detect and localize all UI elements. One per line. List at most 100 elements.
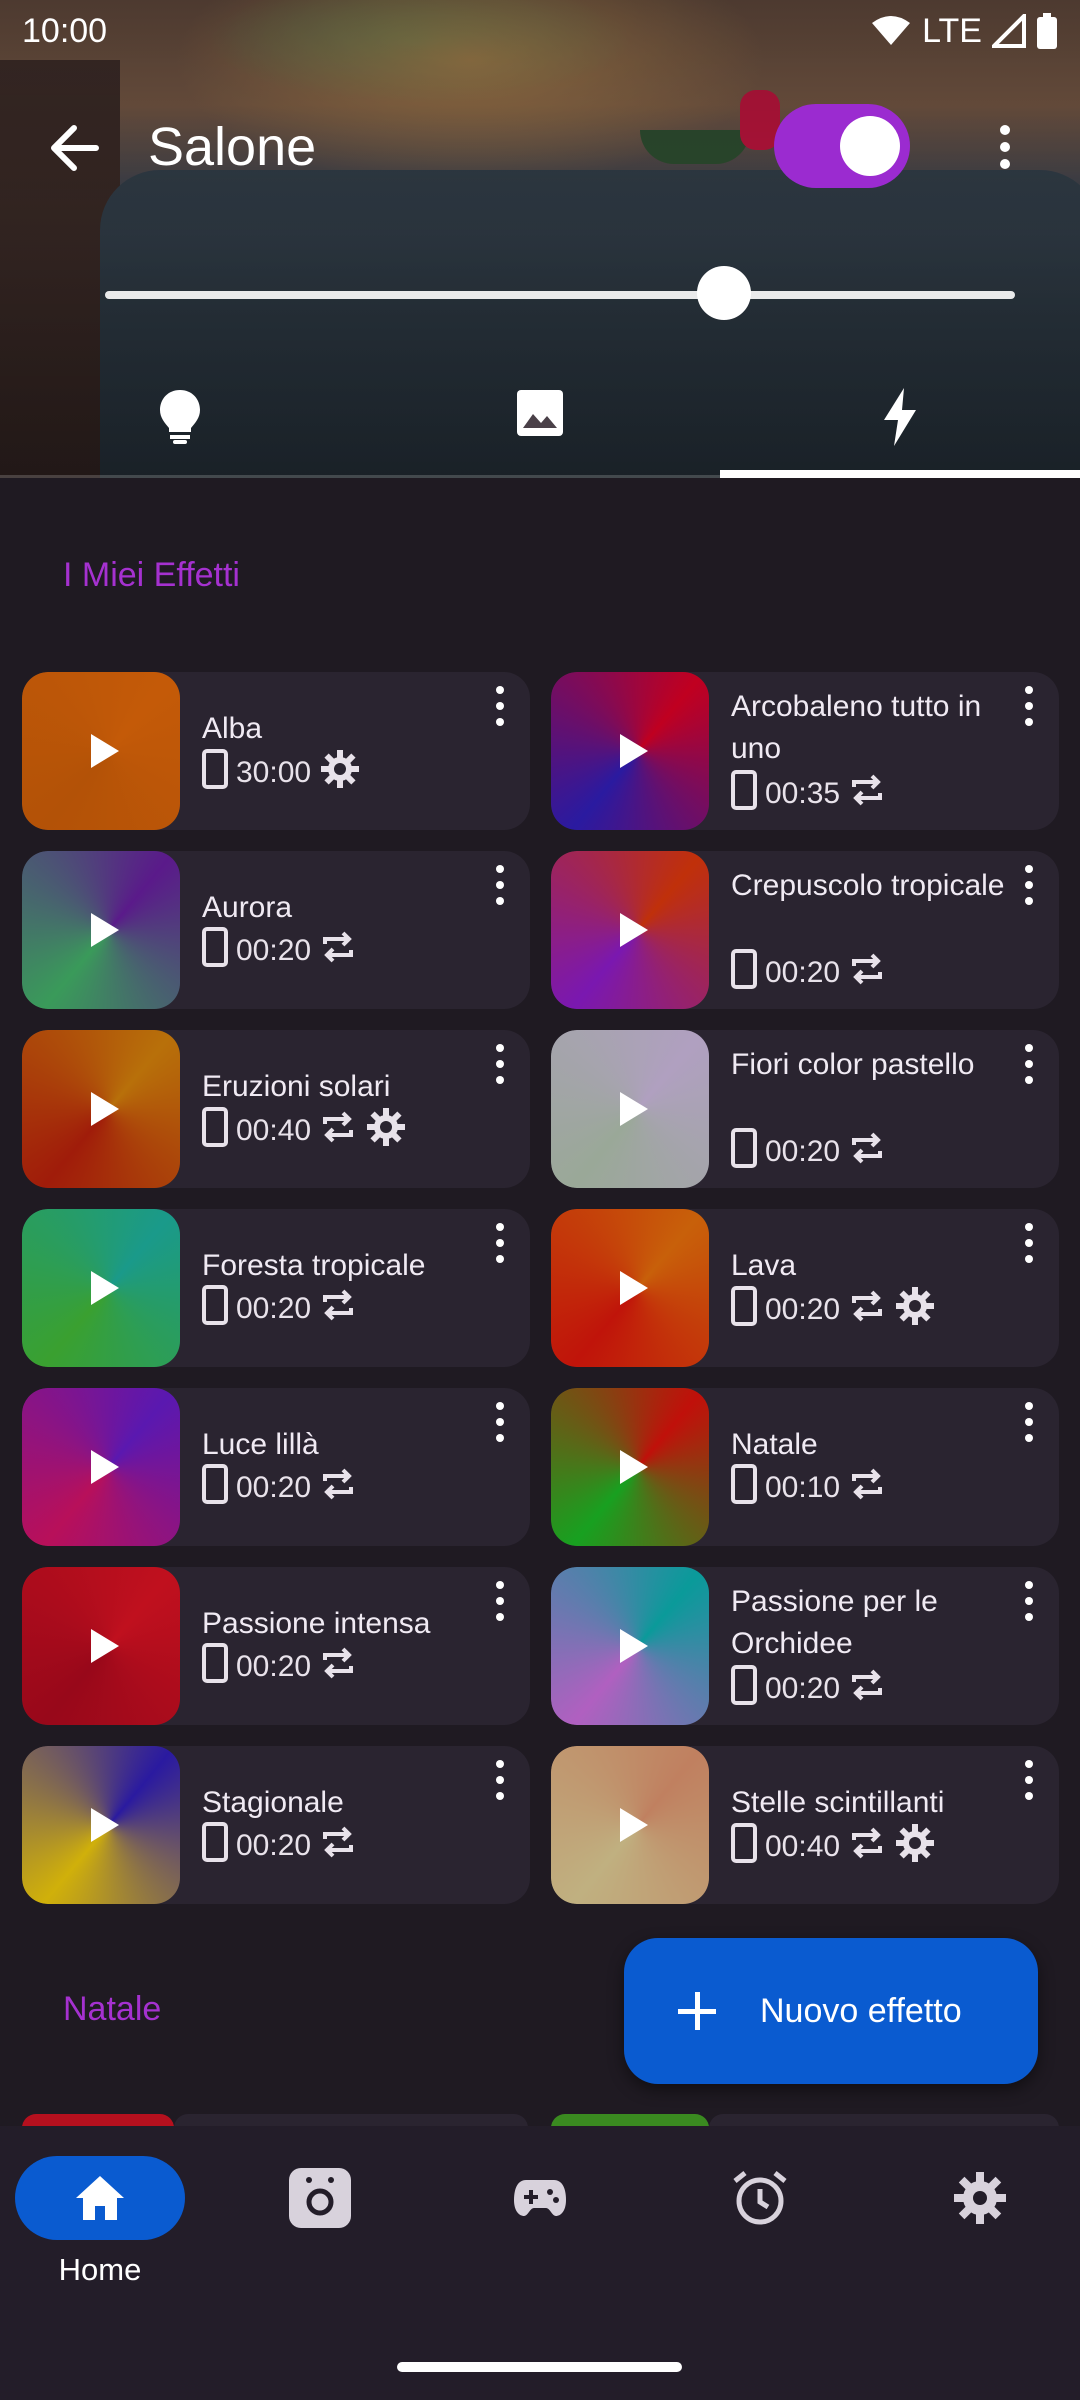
effect-duration: 00:20 — [236, 934, 312, 967]
phone-icon — [202, 1464, 228, 1512]
tab-scenes[interactable] — [360, 370, 720, 478]
more-vert-icon[interactable] — [488, 1221, 512, 1265]
status-bar: 10:00 LTE — [0, 0, 1080, 62]
play-icon[interactable] — [91, 1808, 119, 1842]
more-vert-icon[interactable] — [488, 1579, 512, 1623]
back-arrow-icon[interactable] — [44, 120, 104, 176]
alarm-icon — [733, 2171, 787, 2225]
effect-thumbnail[interactable] — [551, 851, 709, 1009]
effect-duration: 00:20 — [236, 1292, 312, 1325]
effect-thumbnail[interactable] — [551, 1030, 709, 1188]
effect-thumbnail[interactable] — [22, 1209, 180, 1367]
effect-card[interactable]: Stelle scintillanti 00:40 — [551, 1746, 1059, 1904]
brightness-settings-icon — [894, 1822, 936, 1872]
more-vert-icon[interactable] — [1017, 1221, 1041, 1265]
effect-thumbnail[interactable] — [551, 672, 709, 830]
play-icon[interactable] — [620, 1629, 648, 1663]
app-bar: Salone — [0, 100, 1080, 195]
more-vert-icon[interactable] — [488, 1400, 512, 1444]
play-icon[interactable] — [91, 913, 119, 947]
repeat-icon — [319, 930, 357, 972]
effect-duration: 00:20 — [765, 1293, 841, 1326]
more-vert-icon[interactable] — [1017, 1400, 1041, 1444]
play-icon[interactable] — [620, 1808, 648, 1842]
brightness-slider[interactable] — [105, 266, 1015, 320]
status-time: 10:00 — [22, 11, 108, 50]
effect-meta: 00:20 — [202, 927, 357, 975]
effect-thumbnail[interactable] — [22, 1388, 180, 1546]
effect-thumbnail[interactable] — [22, 851, 180, 1009]
repeat-icon — [319, 1646, 357, 1688]
play-icon[interactable] — [91, 1450, 119, 1484]
effect-card[interactable]: Arcobaleno tutto in uno 00:35 — [551, 672, 1059, 830]
nav-home[interactable]: Home — [10, 2156, 190, 2288]
more-vert-icon[interactable] — [488, 863, 512, 907]
mode-tabs — [0, 370, 1080, 478]
more-vert-icon[interactable] — [488, 1042, 512, 1086]
effect-thumbnail[interactable] — [22, 672, 180, 830]
more-vert-icon[interactable] — [1017, 1042, 1041, 1086]
nav-alarm[interactable] — [670, 2156, 850, 2240]
power-toggle[interactable] — [774, 104, 910, 188]
effect-duration: 00:20 — [236, 1471, 312, 1504]
play-icon[interactable] — [91, 1271, 119, 1305]
more-vert-icon[interactable] — [1017, 863, 1041, 907]
effect-name: Passione intensa — [202, 1607, 431, 1640]
effect-card[interactable]: Passione per le Orchidee 00:20 — [551, 1567, 1059, 1725]
tab-effects[interactable] — [720, 370, 1080, 478]
new-effect-button[interactable]: Nuovo effetto — [624, 1938, 1038, 2084]
effect-thumbnail[interactable] — [22, 1030, 180, 1188]
section-title-natale: Natale — [63, 1990, 162, 2028]
nav-camera[interactable] — [230, 2156, 410, 2240]
lightbulb-icon — [160, 390, 200, 444]
play-icon[interactable] — [91, 1629, 119, 1663]
effect-name: Arcobaleno tutto in uno — [731, 690, 982, 765]
effect-meta: 00:10 — [731, 1464, 886, 1512]
effect-thumbnail[interactable] — [22, 1746, 180, 1904]
play-icon[interactable] — [91, 1092, 119, 1126]
gear-icon — [954, 2172, 1006, 2224]
effect-card[interactable]: Lava 00:20 — [551, 1209, 1059, 1367]
effect-card[interactable]: Alba 30:00 — [22, 672, 530, 830]
more-vert-icon[interactable] — [1017, 1579, 1041, 1623]
effect-thumbnail[interactable] — [551, 1209, 709, 1367]
effect-thumbnail[interactable] — [22, 1567, 180, 1725]
more-vert-icon[interactable] — [488, 684, 512, 728]
play-icon[interactable] — [620, 1450, 648, 1484]
effect-thumbnail[interactable] — [551, 1388, 709, 1546]
more-vert-icon[interactable] — [1017, 1758, 1041, 1802]
play-icon[interactable] — [91, 734, 119, 768]
effect-name: Foresta tropicale — [202, 1249, 426, 1282]
effect-name: Fiori color pastello — [731, 1048, 975, 1081]
nav-settings[interactable] — [890, 2156, 1070, 2240]
effect-name: Stagionale — [202, 1786, 344, 1819]
nav-games[interactable] — [450, 2156, 630, 2240]
effect-card[interactable]: Stagionale 00:20 — [22, 1746, 530, 1904]
home-icon — [76, 2176, 124, 2220]
phone-icon — [731, 770, 757, 818]
effect-card[interactable]: Eruzioni solari 00:40 — [22, 1030, 530, 1188]
tab-light[interactable] — [0, 370, 360, 478]
effect-card[interactable]: Fiori color pastello 00:20 — [551, 1030, 1059, 1188]
play-icon[interactable] — [620, 1092, 648, 1126]
phone-icon — [731, 949, 757, 997]
more-vert-icon[interactable] — [1017, 684, 1041, 728]
network-type: LTE — [922, 11, 982, 50]
play-icon[interactable] — [620, 734, 648, 768]
repeat-icon — [848, 773, 886, 815]
effect-card[interactable]: Luce lillà 00:20 — [22, 1388, 530, 1546]
effect-card[interactable]: Passione intensa 00:20 — [22, 1567, 530, 1725]
effect-card[interactable]: Natale 00:10 — [551, 1388, 1059, 1546]
effect-card[interactable]: Foresta tropicale 00:20 — [22, 1209, 530, 1367]
effect-card[interactable]: Crepuscolo tropicale 00:20 — [551, 851, 1059, 1009]
nav-games-pill — [455, 2156, 625, 2240]
slider-thumb[interactable] — [696, 266, 751, 320]
play-icon[interactable] — [620, 913, 648, 947]
more-vert-icon[interactable] — [488, 1758, 512, 1802]
effect-thumbnail[interactable] — [551, 1567, 709, 1725]
more-vert-icon[interactable] — [990, 122, 1020, 172]
effect-card[interactable]: Aurora 00:20 — [22, 851, 530, 1009]
effect-duration: 00:20 — [765, 1672, 841, 1705]
effect-thumbnail[interactable] — [551, 1746, 709, 1904]
play-icon[interactable] — [620, 1271, 648, 1305]
